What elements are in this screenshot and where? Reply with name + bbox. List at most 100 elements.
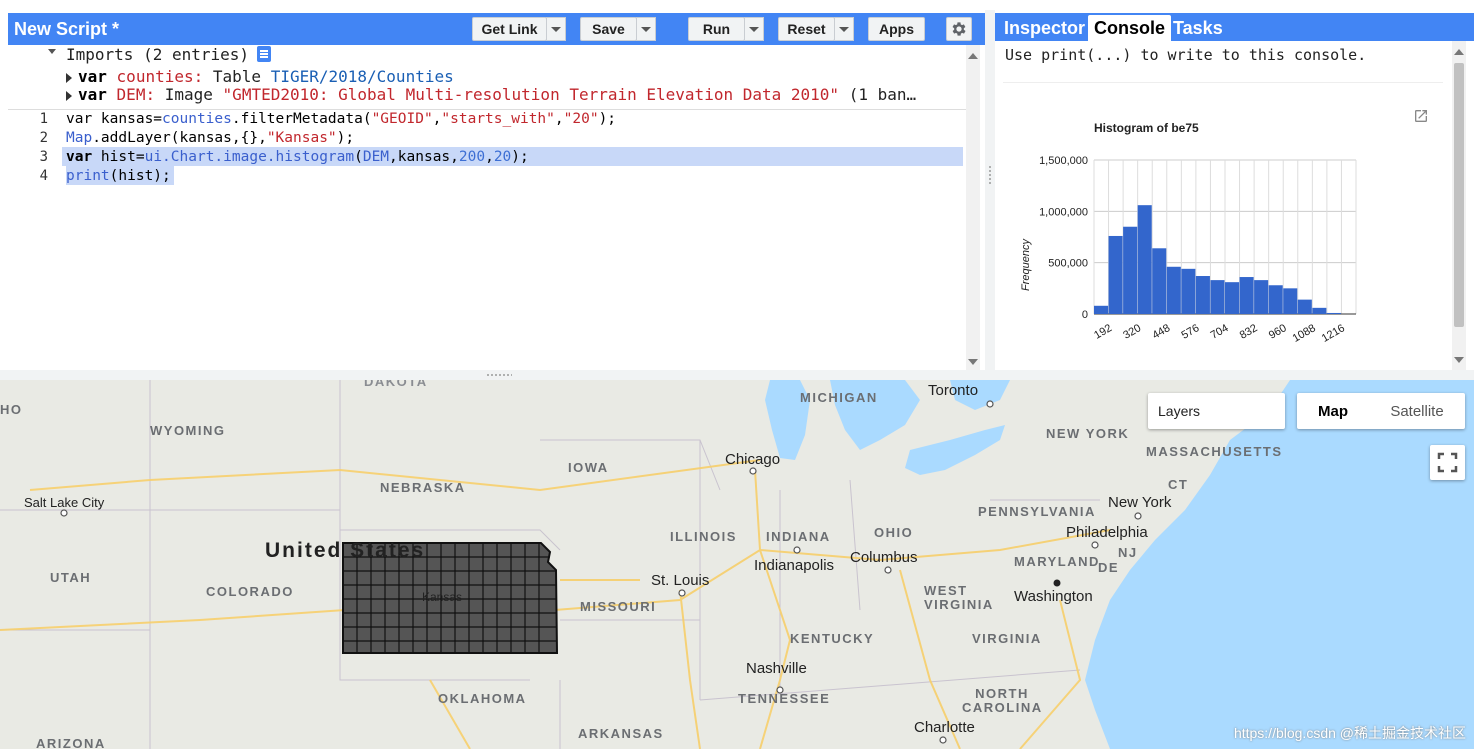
histogram-bar[interactable] (1210, 280, 1225, 314)
histogram-bar[interactable] (1254, 280, 1269, 314)
histogram-bar[interactable] (1152, 248, 1167, 314)
histogram-bar[interactable] (1268, 285, 1283, 314)
scroll-down-icon[interactable] (1454, 357, 1464, 363)
tab-inspector[interactable]: Inspector (998, 15, 1091, 41)
map-label-state: VIRGINIA (972, 631, 1042, 646)
histogram-bar[interactable] (1283, 288, 1298, 314)
import-var-name[interactable]: counties (117, 67, 194, 86)
map-label-state: WEST VIRGINIA (924, 583, 994, 612)
chart-bars (1094, 205, 1341, 314)
collapse-imports-icon[interactable] (48, 49, 56, 54)
map-label-state: NORTH CAROLINA (962, 686, 1043, 715)
imports-section: Imports (2 entries) var counties: Table … (8, 45, 966, 109)
histogram-bar[interactable] (1094, 305, 1109, 314)
tab-tasks[interactable]: Tasks (1167, 15, 1229, 41)
script-title[interactable]: New Script * (14, 19, 119, 40)
map-label-state: WYOMING (150, 423, 226, 438)
chart-title: Histogram of be75 (1094, 121, 1199, 135)
map-label-city: New York (1108, 494, 1172, 511)
x-tick-label: 576 (1179, 322, 1201, 342)
tab-console[interactable]: Console (1088, 15, 1172, 41)
histogram-bar[interactable] (1137, 205, 1152, 314)
line-number: 3 (39, 149, 48, 165)
horizontal-splitter[interactable] (0, 370, 1474, 380)
drag-handle-icon[interactable] (988, 165, 992, 185)
import-entry-counties[interactable]: var counties: Table TIGER/2018/Counties (66, 67, 454, 86)
map-label-state: MASSACHUSETTS (1146, 444, 1283, 459)
import-entry-dem[interactable]: var DEM: Image "GMTED2010: Global Multi-… (66, 85, 916, 104)
map-label-state: TENNESSEE (738, 691, 831, 706)
histogram-bar[interactable] (1166, 266, 1181, 314)
scroll-down-icon[interactable] (968, 359, 978, 365)
layers-label: Layers (1158, 403, 1201, 419)
y-tick-label: 0 (1082, 309, 1088, 321)
y-axis-label: Frequency (1020, 238, 1032, 291)
map-type-control: Map Satellite (1297, 393, 1465, 429)
save-dropdown[interactable] (636, 17, 656, 41)
document-icon[interactable] (257, 46, 272, 62)
histogram-svg: Histogram of be75 Frequency 0 500,000 1,00… (1020, 121, 1357, 345)
histogram-bar[interactable] (1326, 312, 1341, 314)
map-label-city: Columbus (850, 549, 918, 566)
map-label-state: NJ (1118, 545, 1138, 560)
x-tick-label: 960 (1267, 322, 1289, 342)
code-line-1[interactable]: var kansas=counties.filterMetadata("GEOI… (66, 111, 616, 130)
save-button[interactable]: Save (580, 17, 637, 41)
reset-button[interactable]: Reset (778, 17, 835, 41)
editor-scrollbar[interactable] (966, 45, 980, 370)
drag-handle-icon[interactable] (486, 373, 512, 377)
watermark: https://blog.csdn @稀土掘金技术社区 (1233, 725, 1466, 741)
scroll-up-icon[interactable] (968, 53, 978, 59)
imports-header[interactable]: Imports (2 entries) (66, 45, 272, 64)
chevron-down-icon (551, 26, 561, 32)
run-button[interactable]: Run (688, 17, 745, 41)
map-type-map-button[interactable]: Map (1297, 393, 1369, 429)
y-tick-label: 1,000,000 (1039, 206, 1088, 218)
histogram-bar[interactable] (1181, 268, 1196, 314)
code-line-3[interactable]: var hist=ui.Chart.image.histogram(DEM,ka… (66, 149, 529, 168)
x-tick-label: 832 (1238, 322, 1260, 342)
code-line-4[interactable]: print(hist); (66, 168, 171, 187)
histogram-bar[interactable] (1297, 299, 1312, 314)
histogram-bar[interactable] (1225, 282, 1240, 314)
histogram-bar[interactable] (1108, 235, 1123, 314)
code-editor-panel: New Script * Get Link Save Run Reset App… (0, 10, 985, 371)
open-in-new-icon[interactable] (1413, 108, 1429, 124)
get-link-button[interactable]: Get Link (472, 17, 547, 41)
map-label-state: COLORADO (206, 584, 294, 599)
kansas-layer-label: Kansas (422, 590, 463, 604)
x-tick-label: 448 (1150, 322, 1172, 342)
chevron-down-icon (641, 26, 651, 32)
console-scrollbar[interactable] (1452, 41, 1466, 370)
get-link-dropdown[interactable] (546, 17, 566, 41)
vertical-splitter[interactable] (985, 10, 995, 370)
histogram-bar[interactable] (1123, 226, 1138, 314)
map-label-city: Toronto (928, 382, 979, 399)
apps-button[interactable]: Apps (868, 17, 925, 41)
expand-arrow-icon[interactable] (66, 72, 72, 83)
scroll-up-icon[interactable] (1454, 49, 1464, 55)
layers-control[interactable]: Layers (1148, 393, 1285, 429)
fullscreen-button[interactable] (1430, 445, 1465, 480)
map-label-state: MARYLAND (1014, 554, 1100, 569)
histogram-bar[interactable] (1312, 307, 1327, 314)
code-line-2[interactable]: Map.addLayer(kansas,{},"Kansas"); (66, 130, 354, 149)
map-label-state: INDIANA (766, 529, 831, 544)
chevron-down-icon (749, 26, 759, 32)
code-editor[interactable]: 1 2 3 4 var kansas=counties.filterMetada… (8, 109, 966, 371)
map-label-state: NEW YORK (1046, 426, 1130, 441)
histogram-bar[interactable] (1239, 277, 1254, 314)
reset-dropdown[interactable] (834, 17, 854, 41)
map-label-state: HO (0, 402, 23, 417)
scroll-thumb[interactable] (1454, 63, 1464, 327)
map-type-satellite-button[interactable]: Satellite (1369, 393, 1465, 429)
import-var-name[interactable]: DEM (117, 85, 146, 104)
map-label-city: Philadelphia (1066, 524, 1148, 541)
histogram-bar[interactable] (1195, 276, 1210, 314)
line-number-gutter: 1 2 3 4 (8, 110, 62, 371)
expand-arrow-icon[interactable] (66, 90, 72, 101)
settings-button[interactable] (946, 17, 972, 41)
run-dropdown[interactable] (744, 17, 764, 41)
map-view[interactable]: DAKOTA HO WYOMING NEBRASKA IOWA UTAH COL… (0, 380, 1474, 749)
map-label-city: Nashville (746, 660, 807, 677)
